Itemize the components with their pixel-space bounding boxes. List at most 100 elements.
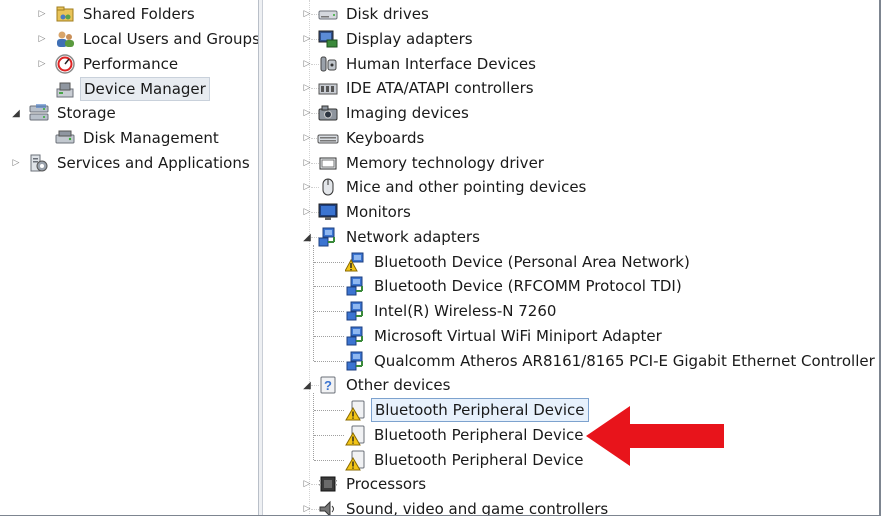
tree-node-storage[interactable]: ◢ Storage [0, 101, 258, 125]
tree-node-shared-folders[interactable]: ▷ Shared Folders [0, 2, 258, 26]
tree-node-label: Disk Management [83, 129, 219, 147]
device-warning-icon [345, 424, 367, 446]
expand-arrow-icon[interactable]: ▷ [36, 2, 48, 26]
device-node-label: Human Interface Devices [346, 55, 536, 73]
device-node-disk-drives[interactable]: ▷ Disk drives [263, 2, 881, 26]
device-node-network[interactable]: ◢ Network adapters [263, 225, 881, 249]
svg-text:?: ? [324, 378, 332, 393]
processor-icon [317, 473, 339, 495]
device-node-label: Bluetooth Peripheral Device [374, 426, 584, 444]
device-tree-pane: ▷ Disk drives ▷ Display adapters ▷ Human Inte… [263, 0, 881, 516]
tree-node-label: Services and Applications [57, 154, 250, 172]
tree-node-device-manager[interactable]: Device Manager [0, 77, 258, 101]
collapse-arrow-icon[interactable]: ◢ [10, 101, 22, 125]
device-node-label: Keyboards [346, 129, 425, 147]
expand-arrow-icon[interactable]: ▷ [301, 101, 313, 125]
keyboard-icon [317, 127, 339, 149]
device-node-other[interactable]: ◢? Other devices [263, 373, 881, 397]
expand-arrow-icon[interactable]: ▷ [36, 52, 48, 76]
collapse-arrow-icon[interactable]: ◢ [301, 373, 313, 397]
expand-arrow-icon[interactable]: ▷ [301, 497, 313, 516]
expand-arrow-icon[interactable]: ▷ [301, 200, 313, 224]
expand-arrow-icon[interactable]: ▷ [301, 2, 313, 26]
tree-node-services-apps[interactable]: ▷ Services and Applications [0, 151, 258, 175]
device-node-label: Bluetooth Peripheral Device [371, 398, 589, 422]
device-node-bt-rfcomm[interactable]: Bluetooth Device (RFCOMM Protocol TDI) [263, 274, 881, 298]
expand-arrow-icon[interactable]: ▷ [301, 76, 313, 100]
device-node-label: Imaging devices [346, 104, 469, 122]
device-node-bt-periph-1[interactable]: Bluetooth Peripheral Device [263, 398, 881, 422]
network-adapter-icon [345, 325, 367, 347]
tree-connector-line [314, 460, 344, 461]
tree-connector-line [314, 286, 344, 287]
storage-icon [28, 102, 50, 124]
display-adapter-icon [317, 28, 339, 50]
device-node-ms-wifi[interactable]: Microsoft Virtual WiFi Miniport Adapter [263, 324, 881, 348]
expand-arrow-icon[interactable]: ▷ [301, 52, 313, 76]
tree-connector-line [314, 311, 344, 312]
device-node-label: Monitors [346, 203, 411, 221]
unknown-device-icon: ? [317, 374, 339, 396]
network-adapter-icon [345, 275, 367, 297]
device-node-label: Bluetooth Peripheral Device [374, 451, 584, 469]
tree-node-label: Storage [57, 104, 116, 122]
device-node-bt-periph-3[interactable]: Bluetooth Peripheral Device [263, 448, 881, 472]
device-node-ide[interactable]: ▷ IDE ATA/ATAPI controllers [263, 76, 881, 100]
device-node-monitors[interactable]: ▷ Monitors [263, 200, 881, 224]
network-warning-icon [344, 251, 367, 273]
device-node-label: IDE ATA/ATAPI controllers [346, 79, 534, 97]
disk-management-icon [54, 127, 76, 149]
expand-arrow-icon[interactable]: ▷ [301, 175, 313, 199]
expand-arrow-icon[interactable]: ▷ [301, 472, 313, 496]
hid-icon [317, 53, 339, 75]
device-node-label: Disk drives [346, 5, 429, 23]
device-node-hid[interactable]: ▷ Human Interface Devices [263, 52, 881, 76]
users-icon [54, 28, 76, 50]
device-manager-icon [54, 78, 76, 100]
speaker-icon [317, 498, 339, 516]
red-arrow-annotation [586, 406, 724, 466]
device-node-memory[interactable]: ▷ Memory technology driver [263, 151, 881, 175]
device-node-label: Bluetooth Device (Personal Area Network) [374, 253, 690, 271]
device-node-mice[interactable]: ▷ Mice and other pointing devices [263, 175, 881, 199]
device-warning-icon [345, 449, 367, 471]
device-node-bt-pan[interactable]: Bluetooth Device (Personal Area Network) [263, 250, 881, 274]
tree-node-label: Shared Folders [83, 5, 195, 23]
device-node-processors[interactable]: ▷ Processors [263, 472, 881, 496]
device-node-label: Qualcomm Atheros AR8161/8165 PCI-E Gigab… [374, 352, 881, 370]
tree-connector-line [314, 336, 344, 337]
device-node-sound[interactable]: ▷ Sound, video and game controllers [263, 497, 881, 516]
device-node-bt-periph-2[interactable]: Bluetooth Peripheral Device [263, 423, 881, 447]
device-node-label: Memory technology driver [346, 154, 544, 172]
tree-node-disk-management[interactable]: Disk Management [0, 126, 258, 150]
services-icon [28, 152, 50, 174]
tree-node-local-users[interactable]: ▷ Local Users and Groups [0, 27, 258, 51]
tree-connector-line [314, 410, 344, 411]
expand-arrow-icon[interactable]: ▷ [10, 151, 22, 175]
tree-node-label: Local Users and Groups [83, 30, 258, 48]
disk-drive-icon [317, 3, 339, 25]
device-node-intel-wifi[interactable]: Intel(R) Wireless-N 7260 [263, 299, 881, 323]
expand-arrow-icon[interactable]: ▷ [301, 126, 313, 150]
device-warning-icon [345, 399, 367, 421]
device-node-label: Microsoft Virtual WiFi Miniport Adapter [374, 327, 662, 345]
device-node-imaging[interactable]: ▷ Imaging devices [263, 101, 881, 125]
tree-connector-line [314, 435, 344, 436]
memory-icon [317, 152, 339, 174]
expand-arrow-icon[interactable]: ▷ [301, 151, 313, 175]
camera-icon [317, 102, 339, 124]
device-node-display-adapters[interactable]: ▷ Display adapters [263, 27, 881, 51]
device-node-label: Network adapters [346, 228, 480, 246]
tree-node-performance[interactable]: ▷ Performance [0, 52, 258, 76]
monitor-icon [317, 201, 339, 223]
network-adapter-icon [345, 350, 367, 372]
device-node-label: Sound, video and game controllers [346, 500, 609, 516]
expand-arrow-icon[interactable]: ▷ [301, 27, 313, 51]
device-node-label: Other devices [346, 376, 451, 394]
expand-arrow-icon[interactable]: ▷ [36, 27, 48, 51]
collapse-arrow-icon[interactable]: ◢ [301, 225, 313, 249]
performance-icon [54, 53, 76, 75]
network-adapter-icon [345, 300, 367, 322]
device-node-qualcomm[interactable]: Qualcomm Atheros AR8161/8165 PCI-E Gigab… [263, 349, 881, 373]
device-node-keyboards[interactable]: ▷ Keyboards [263, 126, 881, 150]
